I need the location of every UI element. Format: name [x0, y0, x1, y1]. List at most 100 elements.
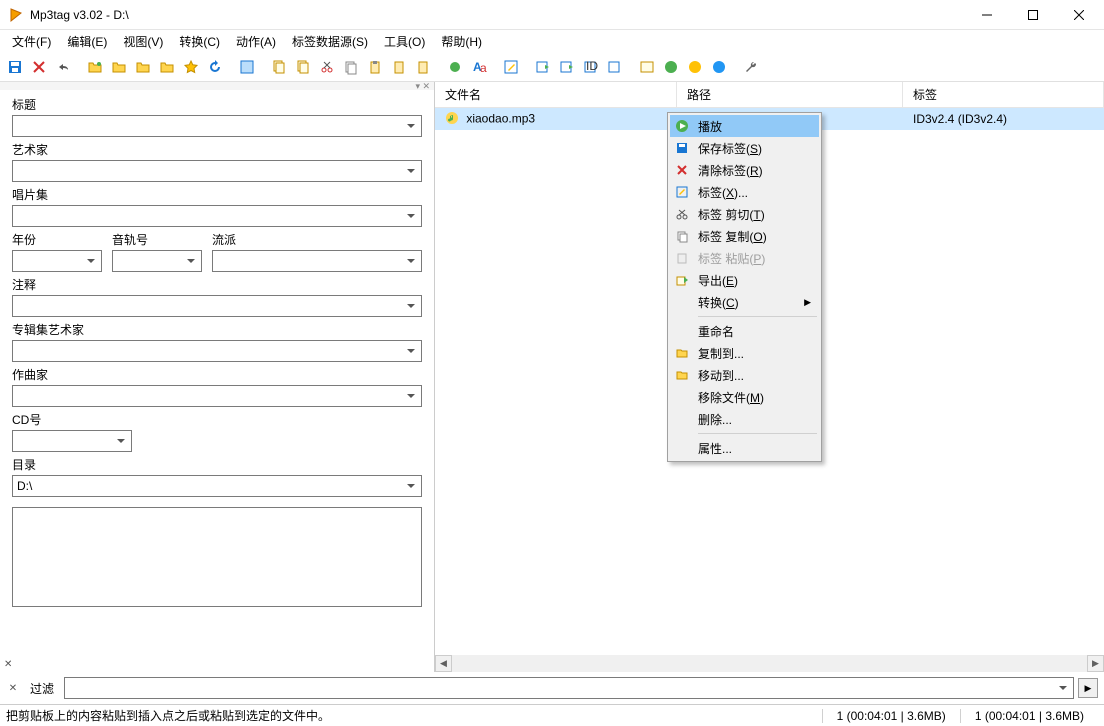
ctx-convert[interactable]: 转换(C)▶ [670, 291, 819, 313]
menu-file[interactable]: 文件(F) [4, 31, 59, 52]
source3-icon[interactable] [708, 56, 730, 78]
source1-icon[interactable] [660, 56, 682, 78]
context-menu: 播放 保存标签(S) 清除标签(R) 标签(X)... 标签 剪切(T) 标签 … [667, 112, 822, 462]
select-all-icon[interactable] [236, 56, 258, 78]
input-genre[interactable] [212, 250, 422, 272]
play-icon [674, 118, 690, 134]
ctx-cut[interactable]: 标签 剪切(T) [670, 203, 819, 225]
edit-icon[interactable] [500, 56, 522, 78]
menu-help[interactable]: 帮助(H) [433, 31, 490, 52]
filter-label: 过滤 [30, 680, 54, 697]
input-track[interactable] [112, 250, 202, 272]
menu-view[interactable]: 视图(V) [115, 31, 171, 52]
menu-edit[interactable]: 编辑(E) [59, 31, 115, 52]
convert3-icon[interactable]: ID [580, 56, 602, 78]
menu-actions[interactable]: 动作(A) [228, 31, 284, 52]
refresh-icon[interactable] [204, 56, 226, 78]
close-button[interactable] [1056, 0, 1102, 29]
filter-close-icon[interactable]: ✕ [6, 683, 20, 694]
paste-icon-3[interactable] [412, 56, 434, 78]
ctx-play[interactable]: 播放 [670, 115, 819, 137]
label-albumartist: 专辑集艺术家 [12, 319, 422, 340]
ctx-copy[interactable]: 标签 复制(O) [670, 225, 819, 247]
col-path[interactable]: 路径 [677, 82, 903, 107]
cover-area[interactable] [12, 507, 422, 607]
app-icon [8, 7, 24, 23]
scroll-left-icon[interactable]: ◀ [435, 655, 452, 672]
filter-input[interactable] [64, 677, 1074, 699]
input-album[interactable] [12, 205, 422, 227]
mp3-icon [445, 111, 459, 128]
input-artist[interactable] [12, 160, 422, 182]
input-albumartist[interactable] [12, 340, 422, 362]
playlist-icon[interactable] [132, 56, 154, 78]
delete-icon[interactable] [28, 56, 50, 78]
ctx-copyto[interactable]: 复制到... [670, 342, 819, 364]
status-seg-2: 1 (00:04:01 | 3.6MB) [960, 709, 1098, 723]
tag-copy2-icon[interactable] [292, 56, 314, 78]
label-directory: 目录 [12, 454, 422, 475]
h-scrollbar[interactable]: ◀ ▶ [435, 655, 1104, 672]
svg-text:a: a [480, 61, 487, 75]
filter-go-button[interactable]: ▶ [1078, 678, 1098, 698]
ctx-paste: 标签 粘贴(P) [670, 247, 819, 269]
favorite-icon[interactable] [180, 56, 202, 78]
convert2-icon[interactable] [556, 56, 578, 78]
input-comment[interactable] [12, 295, 422, 317]
ctx-removefile[interactable]: 移除文件(M) [670, 386, 819, 408]
minimize-button[interactable] [964, 0, 1010, 29]
undo-icon[interactable] [52, 56, 74, 78]
svg-text:ID: ID [586, 59, 598, 73]
export-icon [674, 272, 690, 288]
directory-value: D:\ [17, 479, 32, 493]
menubar: 文件(F) 编辑(E) 视图(V) 转换(C) 动作(A) 标签数据源(S) 工… [0, 30, 1104, 52]
tags-icon [674, 184, 690, 200]
panel-close-icon[interactable]: ✕ [4, 659, 12, 670]
ctx-delete[interactable]: 删除... [670, 408, 819, 430]
scissors-icon [674, 206, 690, 222]
save-icon[interactable] [4, 56, 26, 78]
copy-icon[interactable] [340, 56, 362, 78]
toolbar: Aa ID [0, 52, 1104, 82]
label-year: 年份 [12, 229, 102, 250]
convert4-icon[interactable] [604, 56, 626, 78]
convert1-icon[interactable] [532, 56, 554, 78]
ctx-tags[interactable]: 标签(X)... [670, 181, 819, 203]
menu-tools[interactable]: 工具(O) [376, 31, 433, 52]
ctx-export[interactable]: 导出(E) [670, 269, 819, 291]
cut-icon[interactable] [316, 56, 338, 78]
menu-convert[interactable]: 转换(C) [171, 31, 228, 52]
paste-icon[interactable] [364, 56, 386, 78]
menu-sources[interactable]: 标签数据源(S) [284, 31, 376, 52]
action-quick-icon[interactable]: Aa [468, 56, 490, 78]
pane-grip[interactable]: ▾ ✕ [0, 82, 434, 90]
input-year[interactable] [12, 250, 102, 272]
ctx-rename[interactable]: 重命名 [670, 320, 819, 342]
ctx-props[interactable]: 属性... [670, 437, 819, 459]
label-album: 唱片集 [12, 184, 422, 205]
folder-icon[interactable] [156, 56, 178, 78]
cell-filename: xiaodao.mp3 [466, 111, 535, 125]
tag-copy-icon[interactable] [268, 56, 290, 78]
input-disc[interactable] [12, 430, 132, 452]
input-title[interactable] [12, 115, 422, 137]
paste-icon-2[interactable] [388, 56, 410, 78]
col-tag[interactable]: 标签 [903, 82, 1104, 107]
cell-tag: ID3v2.4 (ID3v2.4) [913, 112, 1007, 126]
folder-add-icon[interactable] [108, 56, 130, 78]
maximize-button[interactable] [1010, 0, 1056, 29]
source2-icon[interactable] [684, 56, 706, 78]
folder-open-icon[interactable] [84, 56, 106, 78]
ctx-save[interactable]: 保存标签(S) [670, 137, 819, 159]
input-composer[interactable] [12, 385, 422, 407]
number-icon[interactable] [636, 56, 658, 78]
scroll-right-icon[interactable]: ▶ [1087, 655, 1104, 672]
label-composer: 作曲家 [12, 364, 422, 385]
action-icon[interactable] [444, 56, 466, 78]
input-directory[interactable]: D:\ [12, 475, 422, 497]
status-message: 把剪贴板上的内容粘贴到插入点之后或粘贴到选定的文件中。 [6, 707, 822, 724]
ctx-moveto[interactable]: 移动到... [670, 364, 819, 386]
tools-icon[interactable] [740, 56, 762, 78]
col-filename[interactable]: 文件名 [435, 82, 677, 107]
ctx-remove[interactable]: 清除标签(R) [670, 159, 819, 181]
